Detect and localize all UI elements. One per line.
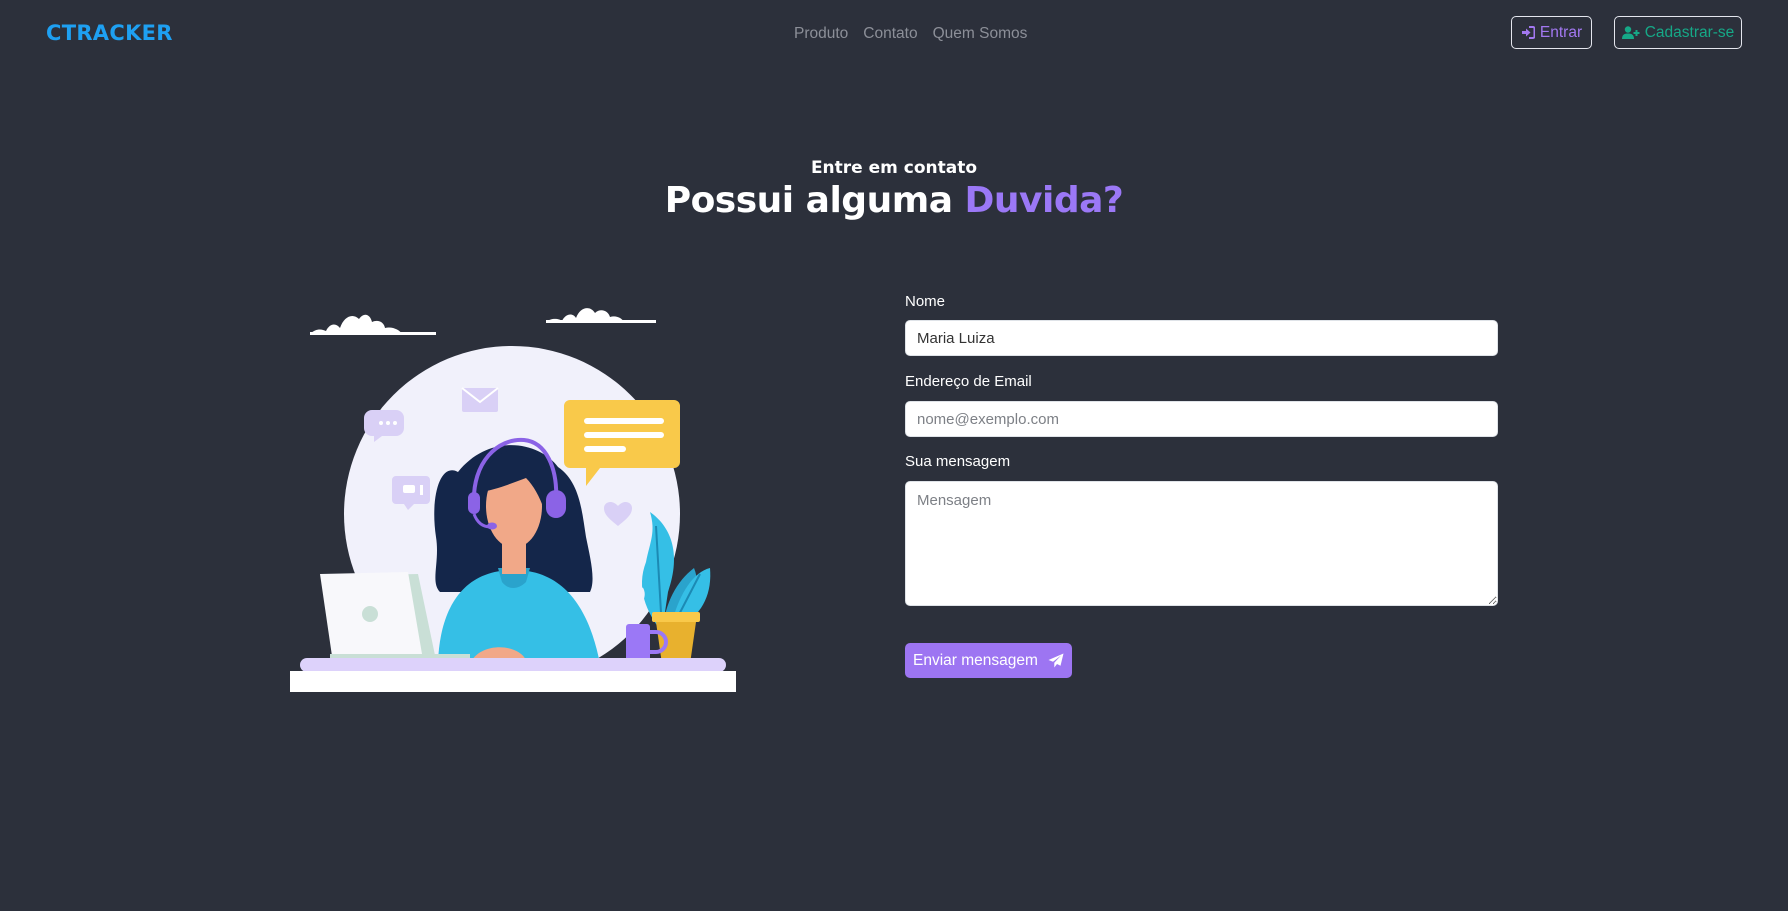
user-plus-icon [1621,26,1640,39]
nav-link-quem-somos[interactable]: Quem Somos [933,25,1028,43]
main-nav: Produto Contato Quem Somos [794,25,1027,43]
name-label: Nome [905,293,946,310]
sign-in-icon [1521,26,1535,39]
send-message-button[interactable]: Enviar mensagem [905,643,1072,678]
send-message-label: Enviar mensagem [913,651,1038,669]
brand-logo[interactable]: CTRACKER [46,21,173,45]
signup-label: Cadastrar-se [1644,23,1735,41]
signup-button[interactable]: Cadastrar-se [1614,16,1742,49]
paper-plane-icon [1048,653,1064,668]
login-button[interactable]: Entrar [1511,16,1592,49]
support-agent-illustration [290,292,736,692]
message-label: Sua mensagem [905,453,1011,470]
headline-accent: Duvida? [964,180,1124,221]
page-title: Possui alguma Duvida? [0,180,1788,221]
email-label: Endereço de Email [905,373,1032,390]
nav-link-produto[interactable]: Produto [794,25,848,43]
email-field[interactable] [905,401,1498,437]
section-eyebrow: Entre em contato [810,158,978,178]
message-field[interactable] [905,481,1498,606]
nav-link-contato[interactable]: Contato [863,25,917,43]
login-label: Entrar [1539,23,1583,41]
name-field[interactable] [905,320,1498,356]
headline-prefix: Possui alguma [664,180,953,221]
